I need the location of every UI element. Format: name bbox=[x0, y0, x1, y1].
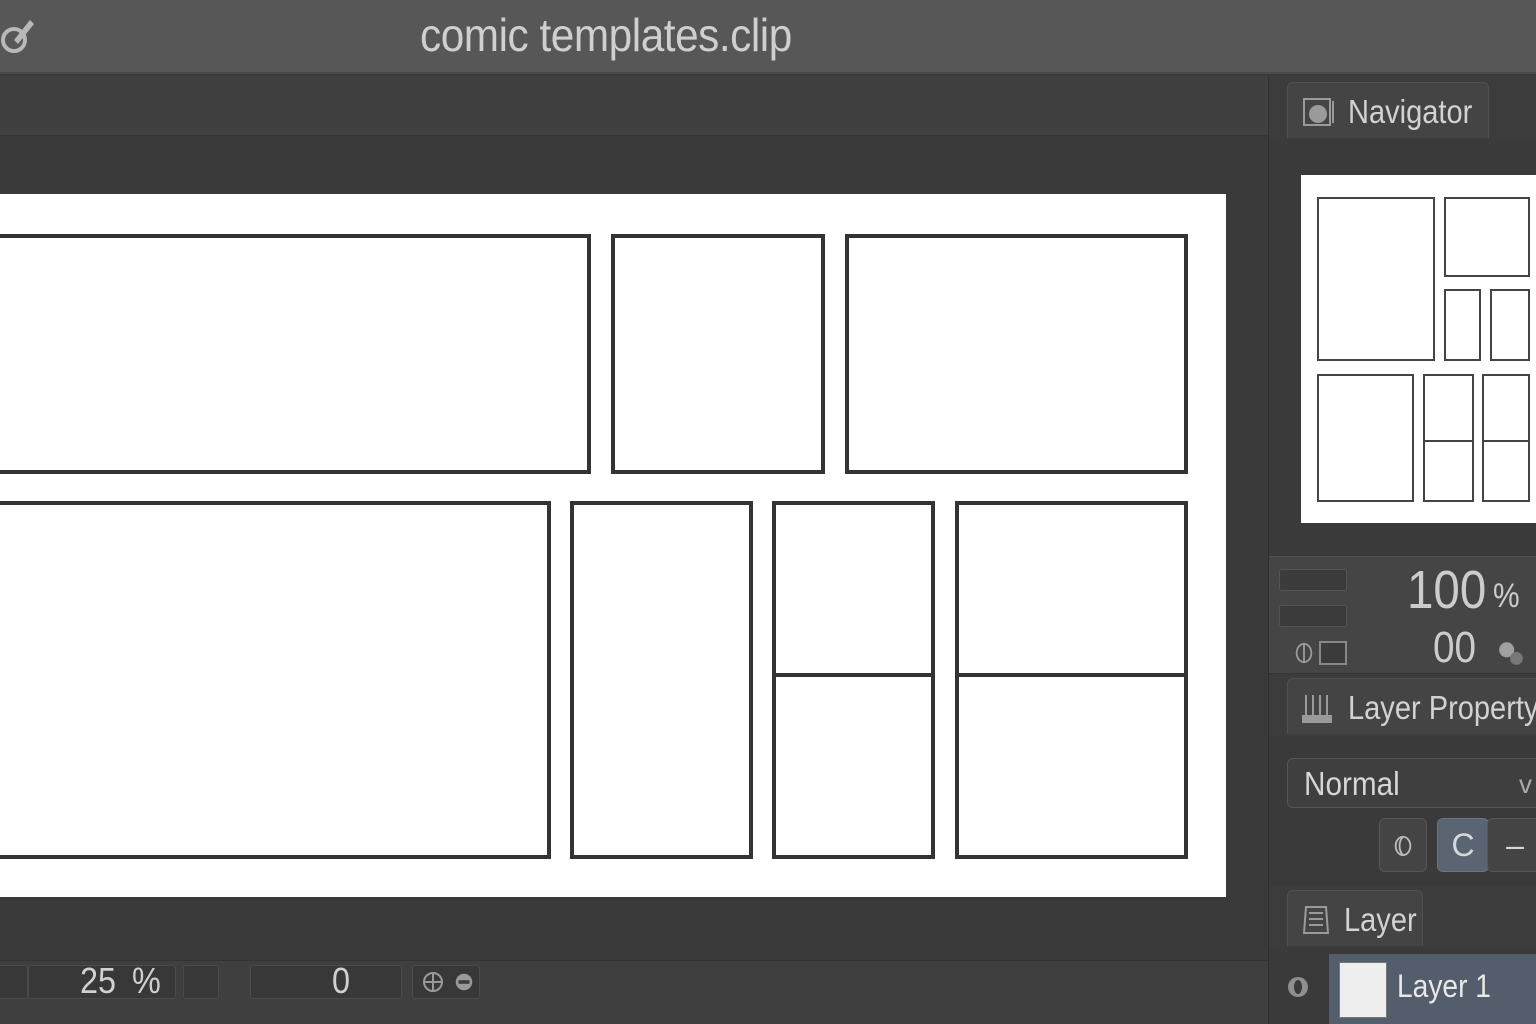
rotation-value: 0 bbox=[332, 960, 351, 1001]
comic-panel[interactable] bbox=[570, 501, 753, 859]
app-pen-icon[interactable] bbox=[0, 14, 40, 58]
layer-thumbnail bbox=[1339, 962, 1387, 1018]
rotate-slider[interactable] bbox=[1279, 605, 1347, 627]
preview-panel bbox=[1482, 374, 1530, 442]
fit-button[interactable] bbox=[1319, 641, 1347, 665]
preview-panel bbox=[1482, 440, 1530, 502]
tab-layer[interactable]: Layer bbox=[1287, 890, 1423, 946]
zoom-value: 25 bbox=[80, 960, 117, 1001]
status-bar: 25 % 0 bbox=[0, 960, 1268, 1024]
tab-label: Layer Property bbox=[1348, 689, 1536, 726]
navigator-preview[interactable] bbox=[1301, 175, 1536, 523]
comic-panel[interactable] bbox=[0, 501, 551, 859]
navigator-icon bbox=[1303, 98, 1334, 126]
tab-navigator[interactable]: Navigator bbox=[1287, 82, 1489, 138]
tab-layer-property[interactable]: Layer Property bbox=[1287, 678, 1536, 734]
minus-button[interactable]: – bbox=[1487, 818, 1536, 872]
preview-panel bbox=[1423, 374, 1474, 442]
zoom-unit: % bbox=[132, 960, 161, 1001]
layer-property-panel: Normal v C – bbox=[1269, 736, 1536, 886]
blend-mode-select[interactable]: Normal v bbox=[1287, 758, 1536, 808]
layer-row[interactable]: Layer 1 bbox=[1329, 954, 1536, 1024]
comic-page[interactable] bbox=[0, 194, 1226, 897]
blend-mode-value: Normal bbox=[1304, 765, 1400, 802]
chevron-down-icon: v bbox=[1519, 769, 1532, 799]
layer-name: Layer 1 bbox=[1397, 968, 1491, 1004]
comic-panel[interactable] bbox=[772, 673, 935, 859]
lock-transparency-icon bbox=[1394, 835, 1412, 856]
reset-view-icon[interactable] bbox=[453, 971, 475, 993]
comic-panel[interactable] bbox=[955, 501, 1188, 677]
comic-panel[interactable] bbox=[845, 234, 1188, 474]
preview-panel bbox=[1444, 289, 1481, 361]
navigator-rotation-value: 00 bbox=[1433, 623, 1477, 672]
navigator-zoom-value: 100 bbox=[1407, 560, 1487, 620]
navigator-controls: 100 % 00 bbox=[1269, 556, 1536, 674]
tab-label: Layer bbox=[1344, 901, 1417, 938]
visibility-icon[interactable] bbox=[1285, 974, 1311, 1000]
title-bar: comic templates.clip bbox=[0, 0, 1536, 74]
preview-panel bbox=[1317, 374, 1414, 502]
right-sidebar: Navigator 100 % 00 Layer Property Normal… bbox=[1268, 76, 1536, 1024]
zoom-out-slot[interactable] bbox=[0, 965, 28, 999]
tab-label: Navigator bbox=[1348, 93, 1473, 130]
rotation-field[interactable] bbox=[250, 965, 402, 999]
lock-transparency-button[interactable] bbox=[1379, 818, 1427, 872]
window-title: comic templates.clip bbox=[420, 9, 792, 61]
preview-panel bbox=[1317, 197, 1435, 361]
canvas-area[interactable] bbox=[0, 137, 1268, 960]
zoom-slider[interactable] bbox=[1279, 569, 1347, 591]
preview-panel bbox=[1423, 440, 1474, 502]
preview-panel bbox=[1490, 289, 1530, 361]
comic-panel[interactable] bbox=[955, 673, 1188, 859]
preview-panel bbox=[1444, 197, 1530, 277]
layer-icon bbox=[1302, 906, 1330, 934]
comic-panel[interactable] bbox=[611, 234, 825, 474]
zoom-in-button[interactable] bbox=[183, 965, 219, 999]
flip-icon[interactable] bbox=[1293, 641, 1315, 665]
clip-button[interactable]: C bbox=[1437, 818, 1489, 872]
rotate-icon[interactable] bbox=[421, 970, 445, 994]
navigator-panel bbox=[1269, 140, 1536, 556]
comic-panel[interactable] bbox=[772, 501, 935, 677]
comic-panel[interactable] bbox=[0, 234, 591, 474]
color-icon[interactable] bbox=[1497, 639, 1525, 667]
navigator-zoom-unit: % bbox=[1493, 577, 1520, 615]
view-controls bbox=[412, 965, 480, 999]
layer-property-icon bbox=[1302, 695, 1332, 723]
layer-list: Layer 1 bbox=[1269, 948, 1536, 1024]
canvas-tab-bar bbox=[0, 76, 1268, 136]
